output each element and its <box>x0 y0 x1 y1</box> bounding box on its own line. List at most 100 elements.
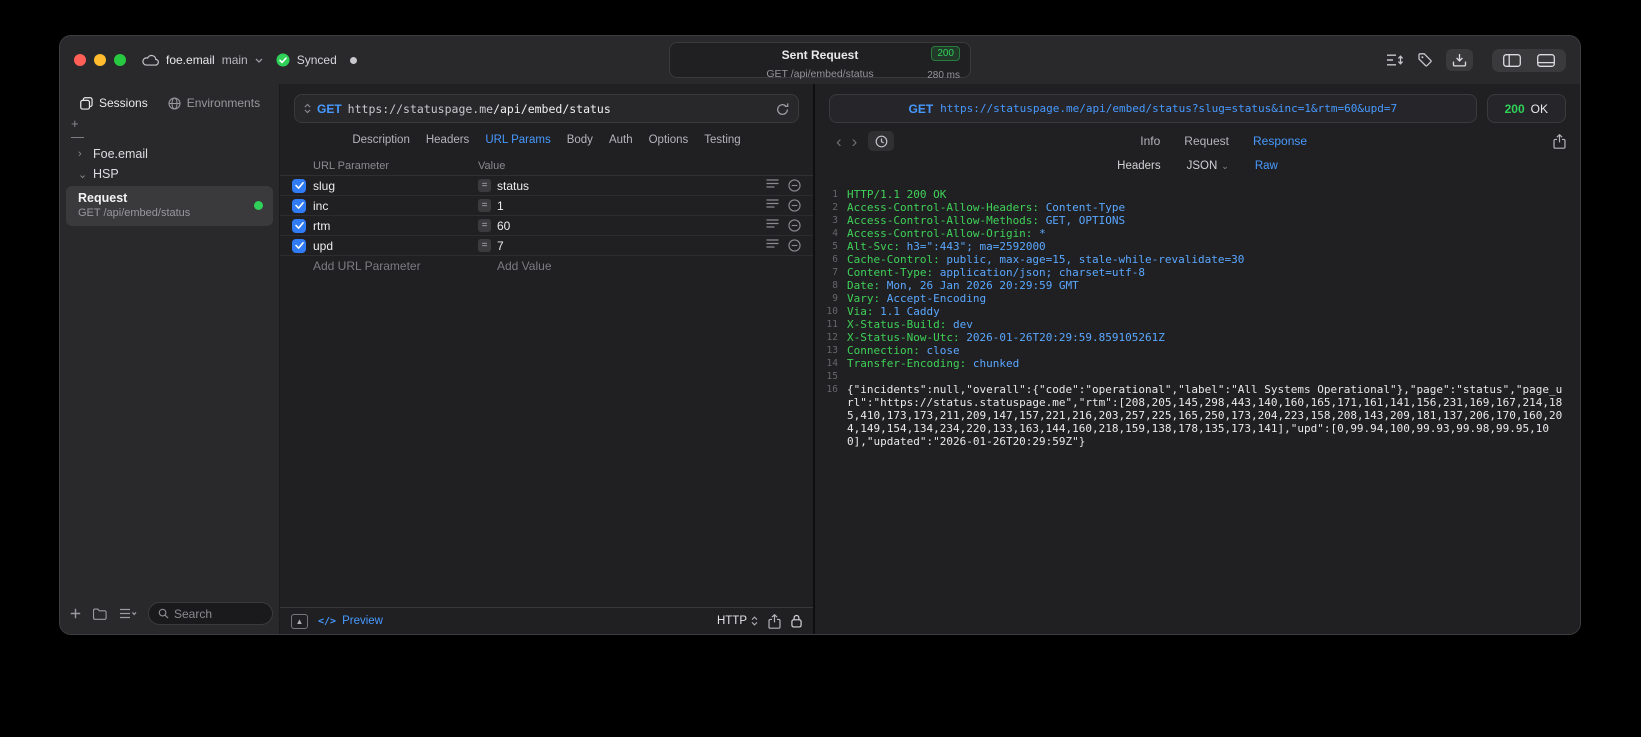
multiline-edit-icon[interactable] <box>766 239 779 252</box>
titlebar: foe.email main Synced Sent Request 200 G… <box>60 36 1580 84</box>
preview-button[interactable]: </> Preview <box>318 615 383 627</box>
param-checkbox[interactable] <box>292 218 306 233</box>
close-window-button[interactable] <box>74 54 86 66</box>
subtab-headers[interactable]: Headers <box>1117 160 1160 172</box>
tab-environments[interactable]: Environments <box>168 96 260 110</box>
add-item-button[interactable] <box>70 608 81 619</box>
response-line: 14 Transfer-Encoding: chunked <box>821 357 1566 370</box>
search-input[interactable]: Search <box>148 602 273 625</box>
lock-icon[interactable] <box>791 614 802 628</box>
remove-param-icon[interactable] <box>788 199 801 212</box>
tab-testing[interactable]: Testing <box>704 134 740 146</box>
param-name-field[interactable]: upd <box>313 239 478 253</box>
new-folder-icon[interactable] <box>92 608 108 620</box>
zoom-window-button[interactable] <box>114 54 126 66</box>
tab-info[interactable]: Info <box>1140 134 1160 148</box>
line-number: 4 <box>832 228 838 239</box>
project-name[interactable]: foe.email <box>166 53 215 67</box>
history-back-button[interactable]: ‹ <box>831 133 847 150</box>
param-value-field[interactable]: 7 <box>497 239 758 253</box>
response-line: 3 Access-Control-Allow-Methods: GET, OPTI… <box>821 214 1566 227</box>
sessions-icon <box>80 96 93 110</box>
remove-param-icon[interactable] <box>788 239 801 252</box>
tab-options[interactable]: Options <box>649 134 689 146</box>
line-content: Alt-Svc: h3=":443"; ma=2592000 <box>847 240 1046 253</box>
subtab-json[interactable]: JSON ⌄ <box>1187 160 1229 172</box>
multiline-edit-icon[interactable] <box>766 219 779 232</box>
add-param-name-field[interactable]: Add URL Parameter <box>313 259 478 273</box>
add-param-value-field[interactable]: Add Value <box>497 259 801 273</box>
param-name-field[interactable]: slug <box>313 179 478 193</box>
response-line: 5 Alt-Svc: h3=":443"; ma=2592000 <box>821 240 1566 253</box>
remove-param-icon[interactable] <box>788 179 801 192</box>
param-value-field[interactable]: 60 <box>497 219 758 233</box>
tab-sessions[interactable]: Sessions <box>80 96 148 110</box>
tab-description[interactable]: Description <box>352 134 410 146</box>
group-label: Foe.email <box>93 147 148 161</box>
history-clock-button[interactable] <box>868 131 895 151</box>
request-url-text[interactable]: https://statuspage.me/api/embed/status <box>348 102 770 116</box>
line-number: 5 <box>832 241 838 252</box>
subtab-raw[interactable]: Raw <box>1255 160 1278 172</box>
tab-response[interactable]: Response <box>1253 134 1307 148</box>
url-params-editor: URL Parameter Value slug = status inc = 1 rtm =… <box>280 153 813 607</box>
response-line: 2 Access-Control-Allow-Headers: Content-T… <box>821 201 1566 214</box>
tab-url-params[interactable]: URL Params <box>485 134 550 146</box>
tab-headers[interactable]: Headers <box>426 134 469 146</box>
param-row-slug: slug = status <box>280 176 813 196</box>
multiline-edit-icon[interactable] <box>766 199 779 212</box>
tab-request[interactable]: Request <box>1184 134 1229 148</box>
history-forward-button[interactable]: › <box>847 133 863 150</box>
protocol-selector[interactable]: HTTP <box>717 615 758 627</box>
search-placeholder: Search <box>174 606 213 621</box>
status-code: 200 <box>1504 101 1525 116</box>
bottom-panel-toggle-icon[interactable] <box>1537 53 1555 67</box>
param-checkbox[interactable] <box>292 178 306 193</box>
response-subtabs: Headers JSON ⌄ Raw <box>815 153 1580 178</box>
response-line: 15 <box>821 370 1566 383</box>
line-number: 7 <box>832 267 838 278</box>
list-view-icon[interactable] <box>119 608 137 619</box>
traffic-lights <box>74 54 126 66</box>
sidebar-group-foe-email[interactable]: › Foe.email <box>66 144 273 164</box>
sidebar-collapse-handle[interactable]: — <box>71 130 84 143</box>
refresh-icon[interactable] <box>776 102 789 116</box>
sidebar-add-button[interactable]: + <box>71 117 84 130</box>
param-name-field[interactable]: inc <box>313 199 478 213</box>
param-value-field[interactable]: 1 <box>497 199 758 213</box>
console-toggle-icon[interactable]: ▲ <box>291 613 308 629</box>
sent-request-summary[interactable]: Sent Request 200 GET /api/embed/status 2… <box>669 42 971 81</box>
response-method-label: GET <box>908 101 934 116</box>
request-url-bar[interactable]: GET https://statuspage.me/api/embed/stat… <box>294 94 799 123</box>
protocol-label: HTTP <box>716 615 747 627</box>
tag-icon[interactable] <box>1417 52 1433 68</box>
minimize-window-button[interactable] <box>94 54 106 66</box>
param-checkbox[interactable] <box>292 238 306 253</box>
share-icon[interactable] <box>768 613 781 629</box>
remove-param-icon[interactable] <box>788 219 801 232</box>
preview-label: Preview <box>342 615 383 627</box>
equals-icon: = <box>478 199 491 212</box>
response-request-url[interactable]: GET https://statuspage.me/api/embed/stat… <box>829 94 1477 123</box>
param-name-field[interactable]: rtm <box>313 219 478 233</box>
response-line: 7 Content-Type: application/json; charset… <box>821 266 1566 279</box>
branch-name[interactable]: main <box>222 53 248 67</box>
tab-auth[interactable]: Auth <box>609 134 633 146</box>
chevron-down-icon: ⌄ <box>78 168 88 181</box>
export-response-icon[interactable] <box>1553 133 1566 149</box>
import-tray-icon[interactable] <box>1446 49 1473 71</box>
sidebar-toggle-icon[interactable] <box>1503 53 1521 67</box>
method-label[interactable]: GET <box>317 102 342 116</box>
sidebar-item-request[interactable]: Request GET /api/embed/status <box>66 186 273 226</box>
param-checkbox[interactable] <box>292 198 306 213</box>
response-body[interactable]: 1 HTTP/1.1 200 OK 2 Access-Control-Allow-He… <box>815 178 1580 634</box>
line-content: Vary: Accept-Encoding <box>847 292 987 305</box>
line-content: Transfer-Encoding: chunked <box>847 357 1020 370</box>
sidebar-group-hsp[interactable]: ⌄ HSP <box>66 164 273 184</box>
param-value-field[interactable]: status <box>497 179 758 193</box>
response-line: 8 Date: Mon, 26 Jan 2026 20:29:59 GMT <box>821 279 1566 292</box>
method-dropdown-icon[interactable] <box>304 103 311 114</box>
sort-icon[interactable] <box>1386 53 1404 67</box>
multiline-edit-icon[interactable] <box>766 179 779 192</box>
tab-body[interactable]: Body <box>567 134 593 146</box>
